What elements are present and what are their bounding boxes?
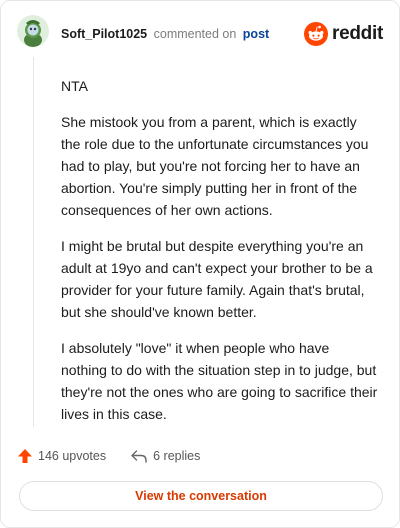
- reddit-logo-icon: [304, 22, 329, 46]
- commented-on-label: commented on: [153, 27, 237, 41]
- avatar[interactable]: [17, 15, 49, 47]
- upvote-button[interactable]: 146 upvotes: [17, 448, 106, 464]
- comment-paragraph: I might be brutal but despite everything…: [61, 238, 373, 320]
- comment-paragraph: NTA: [61, 78, 88, 94]
- snoo-avatar-icon: [17, 15, 49, 47]
- username[interactable]: Soft_Pilot1025: [61, 27, 147, 41]
- byline: Soft_Pilot1025 commented on post: [61, 26, 269, 42]
- comment-actions: 146 upvotes 6 replies: [17, 445, 200, 467]
- upvote-arrow-icon: [18, 449, 32, 463]
- comment-body: NTA She mistook you from a parent, which…: [61, 75, 379, 439]
- view-conversation-button[interactable]: View the conversation: [19, 481, 383, 511]
- reddit-wordmark: reddit: [332, 23, 383, 44]
- thread-line: [33, 57, 34, 427]
- reply-count: 6 replies: [153, 449, 201, 463]
- replies-button[interactable]: 6 replies: [130, 448, 200, 464]
- reddit-brand[interactable]: reddit: [304, 20, 383, 48]
- upvote-count: 146 upvotes: [38, 449, 107, 463]
- comment-card: Soft_Pilot1025 commented on post reddit …: [0, 0, 400, 528]
- comment-paragraph: I absolutely "love" it when people who h…: [61, 340, 378, 422]
- reply-arrow-icon: [131, 450, 147, 463]
- comment-header: Soft_Pilot1025 commented on post reddit: [17, 15, 383, 55]
- comment-paragraph: She mistook you from a parent, which is …: [61, 114, 369, 218]
- post-link[interactable]: post: [243, 27, 269, 41]
